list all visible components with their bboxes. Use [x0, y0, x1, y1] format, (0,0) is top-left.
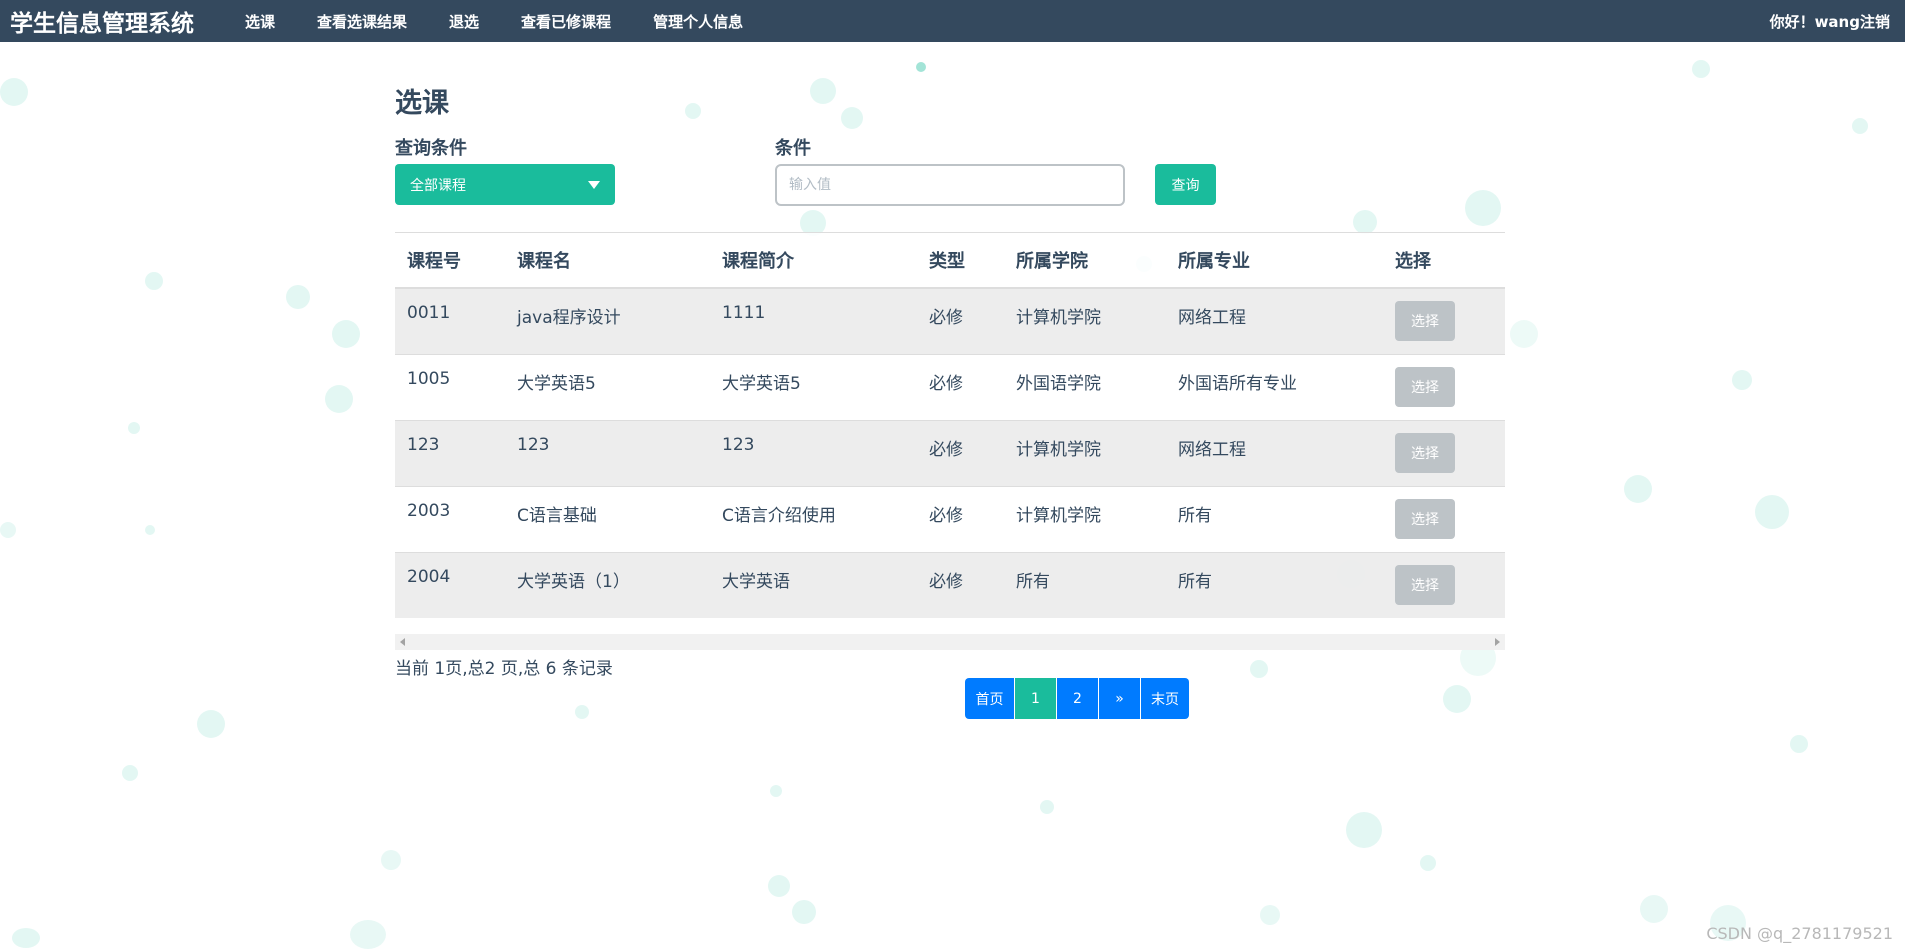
cell-course-type: 必修: [917, 419, 1004, 486]
cell-action: 选择: [1383, 353, 1505, 420]
header-course-intro: 课程简介: [710, 233, 917, 289]
cell-major: 网络工程: [1166, 419, 1383, 486]
cell-course-type: 必修: [917, 485, 1004, 552]
table-row: 0011 java程序设计 1111 必修 计算机学院 网络工程 选择: [395, 287, 1505, 354]
cell-action: 选择: [1383, 287, 1505, 354]
condition-input[interactable]: [775, 164, 1125, 206]
nav-item-view-results[interactable]: 查看选课结果: [307, 11, 417, 32]
cell-action: 选择: [1383, 551, 1505, 618]
select-course-button[interactable]: 选择: [1395, 301, 1455, 341]
cell-course-intro: C语言介绍使用: [710, 485, 917, 552]
cell-college: 计算机学院: [1004, 287, 1166, 354]
table-row: 2003 C语言基础 C语言介绍使用 必修 计算机学院 所有 选择: [395, 485, 1505, 552]
nav-item-withdraw[interactable]: 退选: [439, 11, 489, 32]
cell-course-type: 必修: [917, 551, 1004, 618]
pagination: 首页 1 2 » 末页: [965, 678, 1190, 719]
table-header-row: 课程号 课程名 课程简介 类型 所属学院 所属专业 选择: [395, 233, 1505, 289]
cell-college: 外国语学院: [1004, 353, 1166, 420]
cell-action: 选择: [1383, 419, 1505, 486]
brand-title[interactable]: 学生信息管理系统: [10, 4, 194, 38]
cell-course-name: 123: [505, 419, 710, 486]
course-table-container: 课程号 课程名 课程简介 类型 所属学院 所属专业 选择 0011 java程序…: [395, 232, 1505, 618]
cell-course-name: 大学英语5: [505, 353, 710, 420]
cell-major: 外国语所有专业: [1166, 353, 1383, 420]
cell-course-intro: 大学英语5: [710, 353, 917, 420]
top-navbar: 学生信息管理系统 选课 查看选课结果 退选 查看已修课程 管理个人信息 你好！w…: [0, 0, 1905, 42]
cell-course-id: 1005: [395, 353, 505, 420]
header-course-type: 类型: [917, 233, 1004, 289]
cell-action: 选择: [1383, 485, 1505, 552]
cell-course-id: 2004: [395, 551, 505, 618]
select-course-button[interactable]: 选择: [1395, 432, 1455, 473]
select-course-button[interactable]: 选择: [1395, 564, 1455, 605]
next-page-button[interactable]: »: [1099, 678, 1140, 719]
query-form: 查询条件 全部课程 条件 查询: [395, 132, 1505, 222]
cell-major: 所有: [1166, 551, 1383, 618]
cell-course-intro: 123: [710, 419, 917, 486]
scroll-right-icon[interactable]: [1495, 638, 1500, 646]
select-course-button[interactable]: 选择: [1395, 366, 1455, 407]
header-course-id: 课程号: [395, 233, 505, 289]
main-content: 选课 查询条件 全部课程 条件 查询 课程号 课程名 课程简介 类型 所属学院 …: [395, 42, 1505, 730]
cell-course-name: C语言基础: [505, 485, 710, 552]
nav-item-select-course[interactable]: 选课: [235, 11, 285, 32]
cell-course-type: 必修: [917, 353, 1004, 420]
cell-course-id: 0011: [395, 287, 505, 354]
course-table: 课程号 课程名 课程简介 类型 所属学院 所属专业 选择 0011 java程序…: [395, 233, 1505, 618]
last-page-button[interactable]: 末页: [1141, 678, 1189, 719]
header-college: 所属学院: [1004, 233, 1166, 289]
header-major: 所属专业: [1166, 233, 1383, 289]
scroll-left-icon[interactable]: [400, 638, 405, 646]
page-button-1[interactable]: 1: [1015, 678, 1056, 719]
nav-item-completed-courses[interactable]: 查看已修课程: [511, 11, 621, 32]
cell-college: 计算机学院: [1004, 485, 1166, 552]
table-row: 123 123 123 必修 计算机学院 网络工程 选择: [395, 419, 1505, 486]
horizontal-scrollbar[interactable]: [395, 634, 1505, 650]
cell-course-name: 大学英语（1）: [505, 551, 710, 618]
page-button-2[interactable]: 2: [1057, 678, 1098, 719]
table-row: 1005 大学英语5 大学英语5 必修 外国语学院 外国语所有专业 选择: [395, 353, 1505, 420]
cell-course-intro: 1111: [710, 287, 917, 354]
header-course-name: 课程名: [505, 233, 710, 289]
cell-major: 网络工程: [1166, 287, 1383, 354]
cell-college: 所有: [1004, 551, 1166, 618]
page-title: 选课: [395, 88, 449, 119]
record-info: 当前 1页,总2 页,总 6 条记录: [395, 659, 613, 679]
input-label: 条件: [775, 138, 811, 159]
query-button[interactable]: 查询: [1155, 164, 1216, 205]
condition-label: 查询条件: [395, 138, 467, 159]
cell-college: 计算机学院: [1004, 419, 1166, 486]
select-course-button[interactable]: 选择: [1395, 498, 1455, 539]
cell-course-id: 123: [395, 419, 505, 486]
user-greeting: 你好！wang: [1769, 12, 1860, 31]
first-page-button[interactable]: 首页: [965, 678, 1014, 719]
chevron-down-icon: [588, 181, 600, 189]
header-select: 选择: [1383, 233, 1505, 289]
condition-select-value: 全部课程: [410, 177, 466, 194]
table-footer: 当前 1页,总2 页,总 6 条记录 首页 1 2 » 末页: [395, 650, 1505, 730]
cell-course-intro: 大学英语: [710, 551, 917, 618]
logout-link[interactable]: 注销: [1860, 11, 1890, 32]
nav-item-personal-info[interactable]: 管理个人信息: [643, 11, 753, 32]
user-area: 你好！wang 注销: [1770, 0, 1890, 42]
cell-course-id: 2003: [395, 485, 505, 552]
cell-major: 所有: [1166, 485, 1383, 552]
condition-select[interactable]: 全部课程: [395, 164, 615, 205]
watermark: CSDN @q_2781179521: [1706, 924, 1893, 943]
table-row: 2004 大学英语（1） 大学英语 必修 所有 所有 选择: [395, 551, 1505, 618]
cell-course-type: 必修: [917, 287, 1004, 354]
cell-course-name: java程序设计: [505, 287, 710, 354]
